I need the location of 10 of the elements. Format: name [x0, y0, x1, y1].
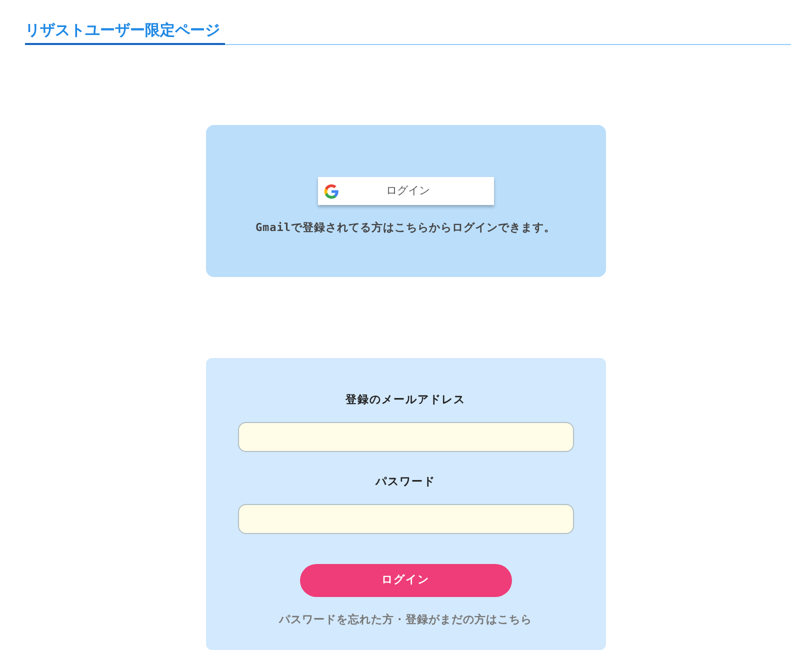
input-field[interactable]	[238, 422, 574, 452]
login-button[interactable]: ログイン	[300, 564, 512, 597]
field-label: パスワード	[376, 475, 436, 490]
google-login-caption: Gmailで登録されてる方はこちらからログインできます。	[255, 220, 556, 236]
google-g-icon	[324, 184, 338, 198]
input-field[interactable]	[238, 504, 574, 534]
field-label: 登録のメールアドレス	[346, 392, 466, 408]
page-title: リザストユーザー限定ページ	[25, 21, 225, 45]
google-login-button[interactable]: ログイン	[318, 177, 494, 205]
help-link[interactable]: パスワードを忘れた方・登録がまだの方はこちら	[279, 612, 532, 628]
